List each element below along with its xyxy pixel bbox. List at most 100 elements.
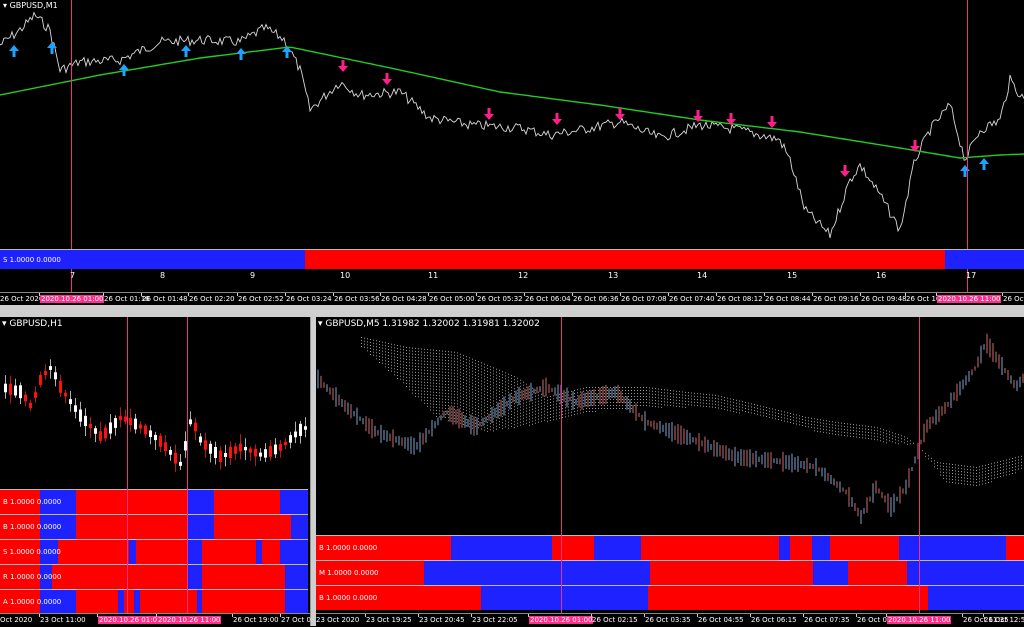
cloud-dot	[421, 363, 422, 365]
cloud-dot	[634, 405, 635, 406]
cloud-dot	[673, 405, 674, 407]
cloud-dot	[763, 409, 764, 411]
cloud-dot	[412, 371, 413, 373]
cloud-dot	[658, 394, 659, 396]
buy-arrow-icon[interactable]	[236, 48, 246, 60]
cloud-dot	[976, 473, 977, 474]
candle-body	[269, 446, 272, 457]
cloud-dot	[1015, 469, 1016, 471]
blue-signal-segment	[594, 536, 641, 560]
cloud-dot	[415, 356, 416, 358]
cloud-dot	[451, 354, 452, 356]
cloud-dot	[454, 402, 455, 404]
cloud-dot	[649, 387, 650, 389]
cloud-dot	[460, 362, 461, 364]
sell-arrow-icon[interactable]	[552, 113, 562, 125]
cloud-dot	[895, 439, 896, 441]
buy-arrow-icon[interactable]	[181, 45, 191, 57]
cloud-dot	[412, 392, 413, 394]
pane-divider-horizontal[interactable]	[0, 305, 1024, 317]
cloud-dot	[454, 363, 455, 365]
price-chart-h1[interactable]	[0, 317, 310, 489]
indicator-subwindow[interactable]: B 1.0000 0.0000	[0, 514, 308, 539]
buy-arrow-icon[interactable]	[119, 64, 129, 76]
time-axis-tick	[936, 293, 937, 296]
sell-arrow-icon[interactable]	[767, 116, 777, 128]
cloud-dot	[991, 481, 992, 483]
cloud-dot	[955, 476, 956, 478]
cloud-dot	[487, 376, 488, 378]
cloud-dot	[967, 468, 968, 470]
cloud-dot	[970, 484, 971, 486]
cloud-dot	[457, 403, 458, 405]
cloud-dot	[538, 415, 539, 417]
candle-body	[134, 418, 137, 430]
sell-arrow-icon[interactable]	[615, 108, 625, 120]
h1-chart-window[interactable]: ▾ GBPUSD,H1 B 1.0000 0.0000 B 1.0000 0.00…	[0, 317, 311, 626]
price-chart-m1[interactable]	[0, 0, 1024, 250]
indicator-subwindow[interactable]: B 1.0000 0.0000	[0, 489, 308, 514]
cloud-dot	[445, 371, 446, 373]
cloud-dot	[562, 402, 563, 403]
cloud-dot	[403, 379, 404, 381]
cloud-dot	[532, 396, 533, 398]
cloud-dot	[865, 431, 866, 433]
cloud-dot	[481, 371, 482, 373]
cloud-dot	[505, 372, 506, 374]
cloud-dot	[580, 412, 581, 414]
cloud-dot	[1018, 462, 1019, 464]
cloud-dot	[526, 389, 527, 391]
cloud-dot	[520, 400, 521, 402]
cloud-dot	[412, 380, 413, 382]
buy-arrow-icon[interactable]	[9, 45, 19, 57]
top-chart-window[interactable]: ▾ GBPUSD,M1 S 1.0000 0.0000 7 8 9 10 11 12 13 1…	[0, 0, 1024, 305]
cloud-dot	[583, 396, 584, 398]
cloud-dot	[460, 419, 461, 421]
indicator-subwindow[interactable]: B 1.0000 0.0000	[316, 535, 1024, 560]
indicator-subwindow[interactable]: S 1.0000 0.0000	[0, 249, 1024, 269]
cloud-dot	[964, 468, 965, 470]
cloud-dot	[793, 416, 794, 418]
cloud-dot	[589, 390, 590, 391]
cloud-dot	[517, 380, 518, 382]
cloud-dot	[520, 409, 521, 411]
cloud-dot	[370, 354, 371, 355]
cloud-dot	[508, 391, 509, 393]
cloud-dot	[961, 468, 962, 470]
indicator-subwindow[interactable]: S 1.0000 0.0000	[0, 539, 308, 564]
cloud-dot	[622, 387, 623, 388]
time-axis-tick	[471, 614, 472, 617]
cloud-dot	[487, 427, 488, 429]
indicator-subwindow[interactable]: R 1.0000 0.0000	[0, 564, 308, 589]
cloud-dot	[580, 388, 581, 390]
cloud-dot	[463, 360, 464, 362]
cloud-dot	[997, 467, 998, 469]
cloud-dot	[658, 397, 659, 399]
sell-arrow-icon[interactable]	[338, 60, 348, 72]
indicator-subwindow[interactable]: A 1.0000 0.0000	[0, 589, 308, 614]
buy-arrow-icon[interactable]	[960, 165, 970, 177]
cloud-dot	[478, 400, 479, 402]
cloud-dot	[475, 383, 476, 385]
sell-arrow-icon[interactable]	[840, 165, 850, 177]
cloud-dot	[400, 357, 401, 359]
buy-arrow-icon[interactable]	[979, 158, 989, 170]
cloud-dot	[463, 372, 464, 374]
cloud-dot	[508, 415, 509, 417]
sell-arrow-icon[interactable]	[484, 108, 494, 120]
cloud-dot	[406, 380, 407, 381]
sell-arrow-icon[interactable]	[382, 73, 392, 85]
cloud-dot	[514, 385, 515, 387]
cloud-dot	[475, 404, 476, 406]
candle-body	[199, 436, 202, 443]
candle-body	[274, 444, 277, 455]
cloud-dot	[712, 397, 713, 399]
price-chart-m5[interactable]	[316, 317, 1024, 535]
m5-chart-window[interactable]: ▾ GBPUSD,M5 1.31982 1.32002 1.31981 1.32…	[315, 317, 1024, 626]
cloud-dot	[679, 400, 680, 402]
indicator-subwindow[interactable]: B 1.0000 0.0000	[316, 585, 1024, 610]
cloud-dot	[448, 414, 449, 416]
cloud-dot	[670, 393, 671, 394]
cloud-dot	[523, 396, 524, 398]
indicator-subwindow[interactable]: M 1.0000 0.0000	[316, 560, 1024, 585]
